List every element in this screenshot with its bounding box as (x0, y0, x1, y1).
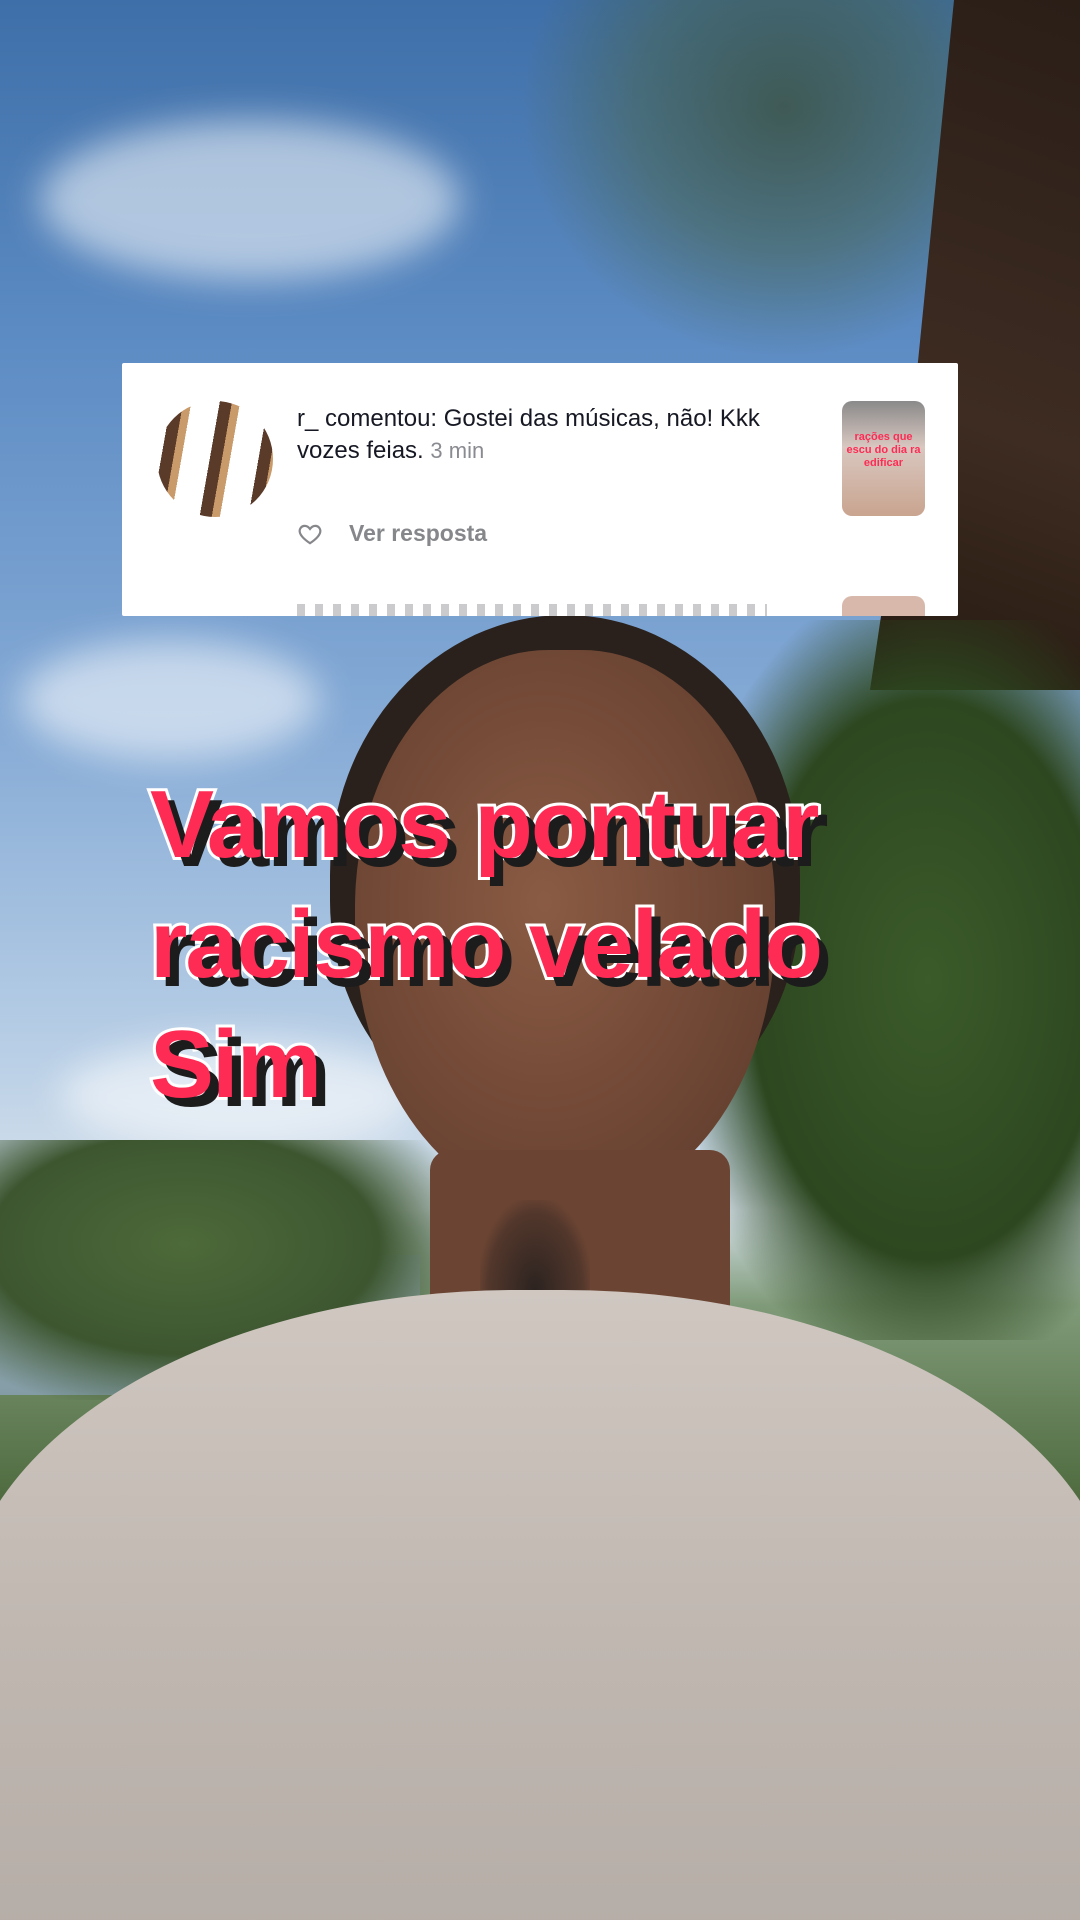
caption-line: racismo velado (147, 888, 826, 1001)
comment-actions: Ver resposta (297, 520, 487, 547)
thumbnail-caption: rações que escu do dia ra edificar (846, 431, 921, 469)
palm-tree (520, 0, 960, 360)
view-reply-button[interactable]: Ver resposta (349, 520, 487, 547)
cloud (40, 120, 460, 280)
commenter-username[interactable]: r_ (297, 405, 318, 432)
heart-icon[interactable] (297, 521, 323, 547)
video-caption-overlay: Vamos pontuar racismo velado Sim (147, 765, 1050, 1125)
video-thumbnail[interactable]: rações que escu do dia ra edificar (842, 401, 925, 516)
next-comment-preview (297, 604, 767, 616)
next-thumbnail-preview (842, 596, 925, 616)
comment-reply-card[interactable]: r_ comentou: Gostei das músicas, não! Kk… (122, 363, 958, 616)
comment-body: r_ comentou: Gostei das músicas, não! Kk… (297, 403, 797, 467)
commenter-avatar[interactable] (157, 401, 273, 517)
cloud (20, 640, 320, 760)
video-frame: r_ comentou: Gostei das músicas, não! Kk… (0, 0, 1080, 1920)
comment-text: comentou: Gostei das músicas, não! Kkk v… (297, 405, 760, 464)
caption-line: Vamos pontuar (147, 768, 822, 881)
caption-line: Sim (147, 1008, 325, 1121)
comment-time: 3 min (430, 438, 485, 463)
person-sweater (0, 1290, 1080, 1920)
